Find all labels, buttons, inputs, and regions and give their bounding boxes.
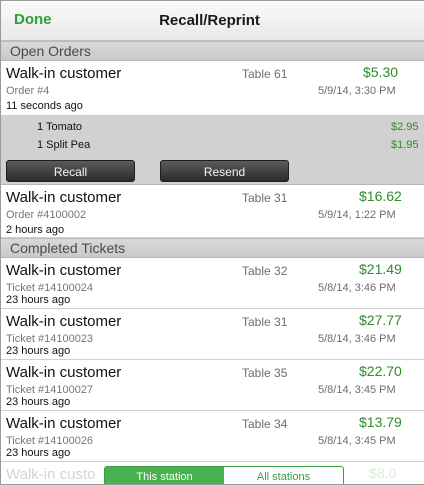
ticket-total: $21.49: [359, 261, 402, 277]
order-row[interactable]: Walk-in customer Order #4 11 seconds ago…: [1, 61, 424, 116]
ticket-number: Ticket #14100027: [6, 384, 94, 396]
time-ago: 23 hours ago: [6, 294, 71, 306]
time-ago: 23 hours ago: [6, 447, 71, 459]
customer-name: Walk-in customer: [6, 364, 122, 381]
ticket-number: Ticket #14100023: [6, 333, 94, 345]
ticket-total: $13.79: [359, 414, 402, 430]
table-label: Table 35: [242, 366, 288, 380]
customer-name: Walk-in customer: [6, 313, 122, 330]
customer-name: Walk-in customer: [6, 65, 122, 82]
order-detail-panel: 1 Tomato $2.95 1 Split Pea $1.95 Recall …: [1, 116, 424, 185]
line-item-name: 1 Split Pea: [37, 139, 91, 151]
order-date: 5/9/14, 1:22 PM: [318, 209, 396, 221]
line-item-price: $2.95: [391, 121, 419, 133]
order-row[interactable]: Walk-in customer Order #4100002 2 hours …: [1, 185, 424, 238]
navigation-bar: Done Recall/Reprint: [1, 1, 424, 41]
ticket-row[interactable]: Walk-in customer Ticket #14100024 23 hou…: [1, 258, 424, 309]
recall-button[interactable]: Recall: [6, 160, 135, 182]
ticket-row[interactable]: Walk-in customer Ticket #14100026 23 hou…: [1, 411, 424, 462]
time-ago: 11 seconds ago: [6, 100, 83, 112]
customer-name: Walk-in customer: [6, 262, 122, 279]
ticket-date: 5/8/14, 3:45 PM: [318, 435, 396, 447]
this-station-segment[interactable]: This station: [105, 467, 224, 484]
ticket-number: Ticket #14100024: [6, 282, 94, 294]
order-total: $16.62: [359, 188, 402, 204]
section-header-open-orders: Open Orders: [1, 41, 424, 61]
ticket-total: $27.77: [359, 312, 402, 328]
line-item-name: 1 Tomato: [37, 121, 83, 133]
all-stations-segment[interactable]: All stations: [224, 467, 343, 484]
customer-name: Walk-in custo: [6, 466, 96, 483]
ticket-date: 5/8/14, 3:46 PM: [318, 282, 396, 294]
table-label: Table 31: [242, 315, 288, 329]
page-title: Recall/Reprint: [159, 12, 260, 29]
order-number: Order #4: [6, 85, 50, 97]
ticket-date: 5/8/14, 3:45 PM: [318, 384, 396, 396]
table-label: Table 32: [242, 264, 288, 278]
ticket-number: Ticket #14100026: [6, 435, 94, 447]
line-item: 1 Split Pea $1.95: [1, 137, 424, 154]
time-ago: 23 hours ago: [6, 345, 71, 357]
order-number: Order #4100002: [6, 209, 87, 221]
table-label: Table 61: [242, 67, 288, 81]
table-label: Table 34: [242, 417, 288, 431]
resend-button[interactable]: Resend: [160, 160, 289, 182]
ticket-row[interactable]: Walk-in customer Ticket #14100023 23 hou…: [1, 309, 424, 360]
table-label: Table 31: [242, 191, 288, 205]
ticket-row[interactable]: Walk-in customer Ticket #14100027 23 hou…: [1, 360, 424, 411]
time-ago: 23 hours ago: [6, 396, 71, 408]
ticket-date: 5/8/14, 3:46 PM: [318, 333, 396, 345]
order-total: $5.30: [363, 64, 399, 80]
section-header-completed-tickets: Completed Tickets: [1, 238, 424, 258]
customer-name: Walk-in customer: [6, 415, 122, 432]
recall-reprint-window: Done Recall/Reprint Open Orders Walk-in …: [0, 0, 424, 485]
order-date: 5/9/14, 3:30 PM: [318, 85, 396, 97]
station-filter-segmented-control: This station All stations: [104, 466, 344, 484]
time-ago: 2 hours ago: [6, 224, 65, 236]
ticket-total: $22.70: [359, 363, 402, 379]
line-item: 1 Tomato $2.95: [1, 119, 424, 136]
line-item-price: $1.95: [391, 139, 419, 151]
customer-name: Walk-in customer: [6, 189, 122, 206]
ticket-total: $8.0: [369, 465, 397, 481]
